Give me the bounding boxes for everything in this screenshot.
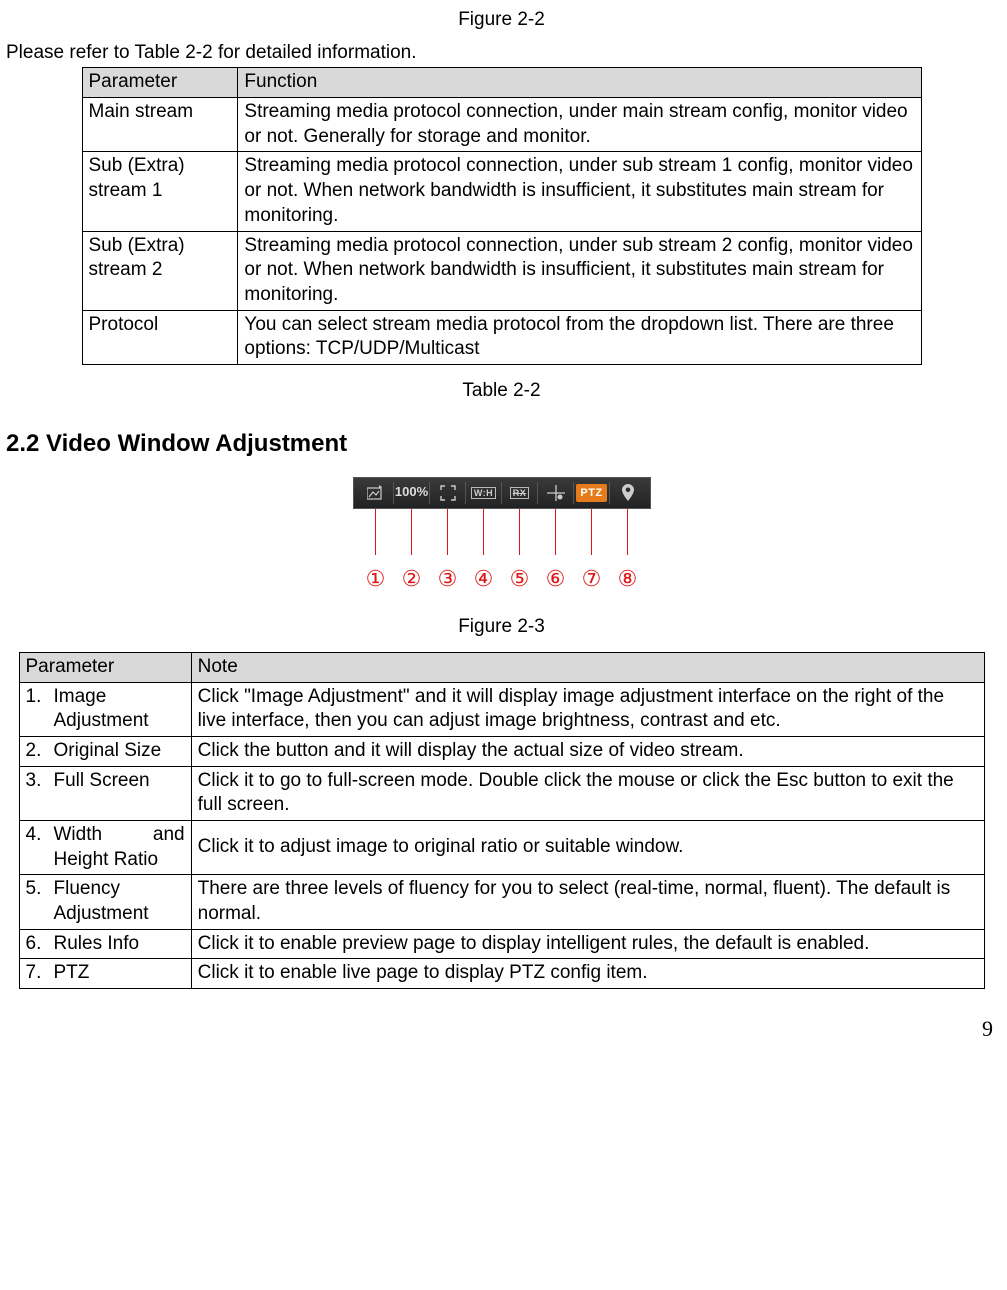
table-row: 5.Fluency Adjustment There are three lev… — [19, 875, 984, 929]
param-cell: Sub (Extra) stream 2 — [82, 231, 238, 310]
note-cell: There are three levels of fluency for yo… — [191, 875, 984, 929]
figure-2-3: 100% W:H RX PTZ ① ② ③ ④ ⑤ ⑥ ⑦ ⑧ — [6, 477, 997, 593]
section-heading: 2.2 Video Window Adjustment — [6, 428, 997, 459]
wh-ratio-icon: W:H — [466, 478, 502, 508]
table-2-3: Parameter Note 1.Image Adjustment Click … — [19, 652, 985, 989]
param-cell: 4.Width andHeight Ratio — [19, 821, 191, 875]
zoom-focus-icon — [610, 478, 646, 508]
table-row: Protocol You can select stream media pro… — [82, 310, 921, 364]
table-row: Main stream Streaming media protocol con… — [82, 98, 921, 152]
func-cell: Streaming media protocol connection, und… — [238, 231, 921, 310]
table-row: Sub (Extra) stream 1 Streaming media pro… — [82, 152, 921, 231]
table-2-2-caption: Table 2-2 — [6, 379, 997, 404]
func-cell: Streaming media protocol connection, und… — [238, 152, 921, 231]
table-header-row: Parameter Function — [82, 68, 921, 98]
rules-info-icon — [538, 478, 574, 508]
param-cell: Sub (Extra) stream 1 — [82, 152, 238, 231]
note-cell: Click it to go to full-screen mode. Doub… — [191, 766, 984, 820]
ptz-icon: PTZ — [574, 478, 610, 508]
note-cell: Click "Image Adjustment" and it will dis… — [191, 682, 984, 736]
table-row: 7.PTZ Click it to enable live page to di… — [19, 959, 984, 989]
table-row: 2.Original Size Click the button and it … — [19, 736, 984, 766]
col-function: Function — [238, 68, 921, 98]
col-parameter: Parameter — [19, 652, 191, 682]
table-2-2: Parameter Function Main stream Streaming… — [82, 67, 922, 365]
func-cell: You can select stream media protocol fro… — [238, 310, 921, 364]
page-number: 9 — [6, 1015, 997, 1044]
table-row: 1.Image Adjustment Click "Image Adjustme… — [19, 682, 984, 736]
wh-line1: Width and — [54, 823, 185, 848]
table-row: Sub (Extra) stream 2 Streaming media pro… — [82, 231, 921, 310]
col-parameter: Parameter — [82, 68, 238, 98]
pointer-lines — [358, 509, 646, 555]
param-cell: 7.PTZ — [19, 959, 191, 989]
fullscreen-icon — [430, 478, 466, 508]
original-size-icon: 100% — [394, 478, 430, 508]
video-toolbar: 100% W:H RX PTZ — [353, 477, 651, 509]
col-note: Note — [191, 652, 984, 682]
figure-2-3-caption: Figure 2-3 — [6, 615, 997, 640]
param-cell: Protocol — [82, 310, 238, 364]
table-row: 3.Full Screen Click it to go to full-scr… — [19, 766, 984, 820]
figure-2-2-caption: Figure 2-2 — [6, 8, 997, 33]
note-cell: Click it to enable preview page to displ… — [191, 929, 984, 959]
fluency-icon: RX — [502, 478, 538, 508]
param-cell: 3.Full Screen — [19, 766, 191, 820]
table-row: 4.Width andHeight Ratio Click it to adju… — [19, 821, 984, 875]
table-row: 6.Rules Info Click it to enable preview … — [19, 929, 984, 959]
param-cell: 1.Image Adjustment — [19, 682, 191, 736]
param-cell: Main stream — [82, 98, 238, 152]
note-cell: Click it to enable live page to display … — [191, 959, 984, 989]
param-cell: 5.Fluency Adjustment — [19, 875, 191, 929]
table-header-row: Parameter Note — [19, 652, 984, 682]
func-cell: Streaming media protocol connection, und… — [238, 98, 921, 152]
circled-numbers: ① ② ③ ④ ⑤ ⑥ ⑦ ⑧ — [358, 565, 646, 594]
note-cell: Click the button and it will display the… — [191, 736, 984, 766]
image-adjustment-icon — [358, 478, 394, 508]
param-cell: 2.Original Size — [19, 736, 191, 766]
note-cell: Click it to adjust image to original rat… — [191, 821, 984, 875]
intro-text: Please refer to Table 2-2 for detailed i… — [6, 41, 997, 66]
param-cell: 6.Rules Info — [19, 929, 191, 959]
